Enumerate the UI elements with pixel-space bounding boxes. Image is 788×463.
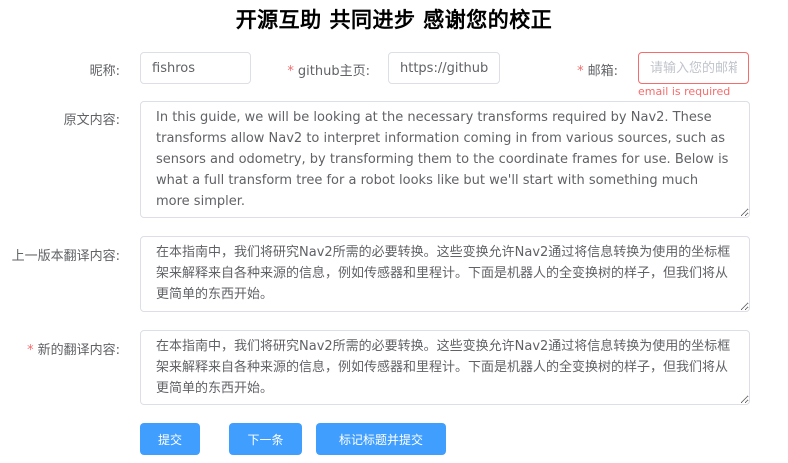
- submit-button[interactable]: 提交: [140, 423, 200, 455]
- email-label-text: 邮箱:: [587, 64, 618, 79]
- original-label: 原文内容:: [0, 109, 120, 128]
- original-label-text: 原文内容:: [63, 113, 120, 128]
- email-error-message: email is required: [638, 85, 731, 98]
- nickname-label: 昵称:: [0, 60, 120, 79]
- new-translation-required-mark: *: [27, 343, 34, 358]
- email-label: * 邮箱:: [540, 60, 618, 79]
- new-translation-label-text: 新的翻译内容:: [37, 343, 120, 358]
- github-label-text: github主页:: [297, 64, 370, 79]
- email-required-mark: *: [577, 64, 584, 79]
- page-title: 开源互助 共同进步 感谢您的校正: [235, 8, 553, 32]
- github-required-mark: *: [287, 64, 294, 79]
- nickname-input[interactable]: [140, 52, 251, 84]
- original-textarea[interactable]: In this guide, we will be looking at the…: [140, 101, 750, 218]
- previous-translation-label-text: 上一版本翻译内容:: [11, 249, 120, 264]
- nickname-label-text: 昵称:: [89, 64, 120, 79]
- mark-title-submit-button[interactable]: 标记标题并提交: [316, 423, 446, 455]
- next-button[interactable]: 下一条: [229, 423, 302, 455]
- previous-translation-textarea[interactable]: 在本指南中，我们将研究Nav2所需的必要转换。这些变换允许Nav2通过将信息转换…: [140, 236, 750, 312]
- email-input[interactable]: [638, 52, 749, 84]
- new-translation-textarea[interactable]: 在本指南中，我们将研究Nav2所需的必要转换。这些变换允许Nav2通过将信息转换…: [140, 330, 750, 405]
- previous-translation-label: 上一版本翻译内容:: [0, 245, 120, 264]
- github-input[interactable]: [388, 52, 500, 84]
- github-label: * github主页:: [260, 60, 370, 79]
- new-translation-label: * 新的翻译内容:: [0, 339, 120, 358]
